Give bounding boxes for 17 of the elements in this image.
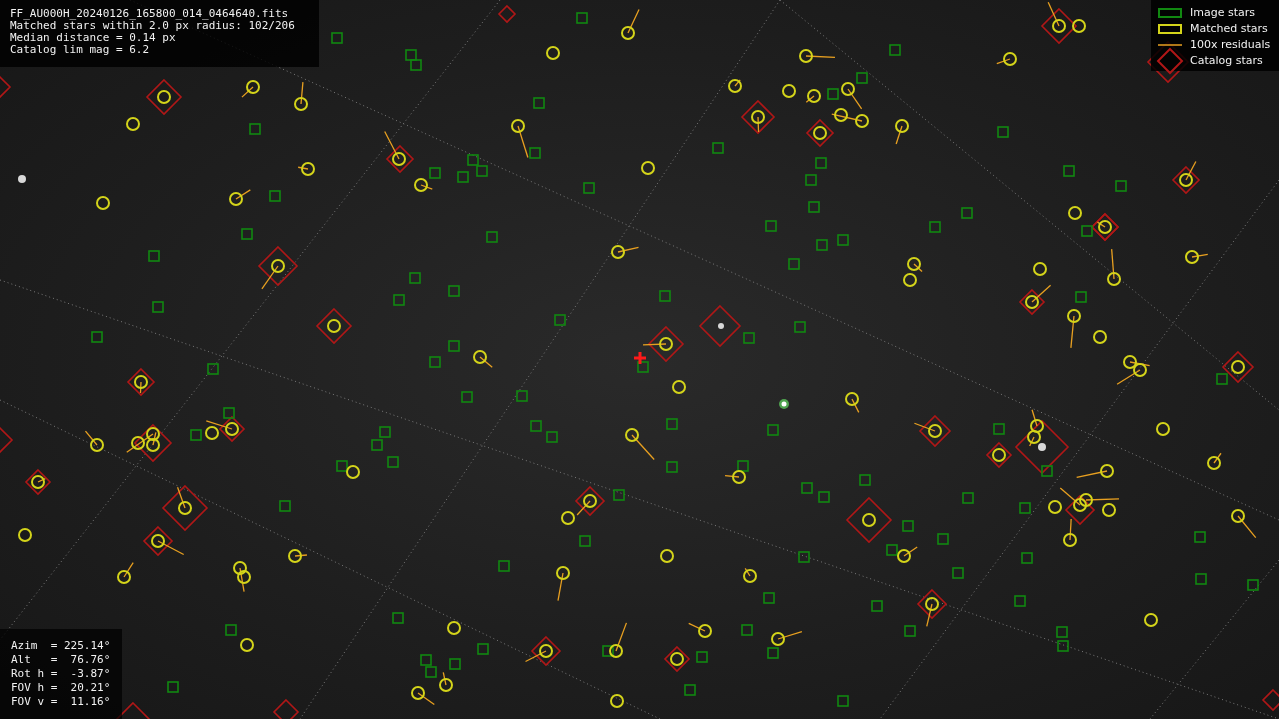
- info-text: FF_AU000H_20240126_165800_014_0464640.fits: [10, 8, 290, 20]
- matched-star-marker-icon: [1158, 23, 1182, 34]
- info-text: Matched stars within 2.0 px radius: 102/206: [10, 20, 296, 32]
- info-text: Median distance = 0.14 px: [10, 32, 177, 44]
- legend-label: 100x residuals: [1190, 38, 1271, 51]
- image-star-marker-icon: [1158, 7, 1182, 18]
- pointing-text: Azim = 225.14°: [11, 640, 111, 652]
- info-text: Catalog lim mag = 6.2: [10, 44, 151, 56]
- diamond-icon: [1157, 47, 1183, 74]
- legend-label: Matched stars: [1190, 22, 1268, 35]
- residual-line-icon: [1158, 43, 1182, 46]
- pointing-text: FOV v = 11.16°: [11, 696, 111, 708]
- pointing-text: Alt = 76.76°: [11, 654, 111, 666]
- pointing-text: Rot h = -3.87°: [11, 668, 111, 680]
- pointing-text: FOV h = 20.21°: [11, 682, 111, 694]
- legend-label: Catalog stars: [1190, 54, 1263, 67]
- legend-label: Image stars: [1190, 6, 1255, 19]
